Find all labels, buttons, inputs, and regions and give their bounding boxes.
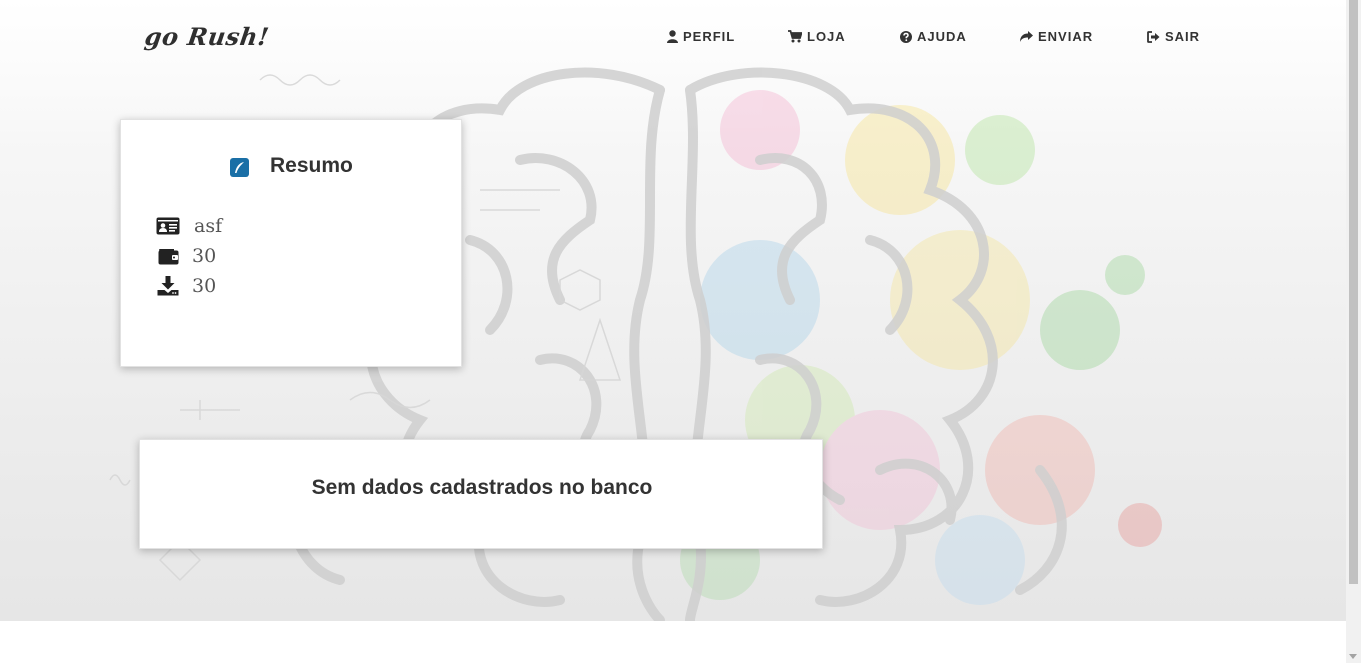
nav-label-loja: LOJA [807, 29, 846, 44]
summary-wallet-value: 30 [192, 245, 217, 267]
scroll-down-arrow-icon[interactable] [1349, 654, 1357, 659]
summary-row-download: 30 [156, 273, 216, 299]
nav-label-perfil: PERFIL [683, 29, 736, 44]
nav-item-sair[interactable]: SAIR [1147, 29, 1200, 44]
id-card-icon [156, 216, 180, 236]
nav-item-ajuda[interactable]: AJUDA [900, 29, 967, 44]
nav-item-enviar[interactable]: ENVIAR [1020, 29, 1093, 44]
nav-item-loja[interactable]: LOJA [788, 29, 846, 44]
nav-label-ajuda: AJUDA [917, 29, 967, 44]
summary-card-title: Resumo [270, 154, 353, 177]
summary-card: Resumo asf 30 30 [120, 119, 462, 367]
page-footer-band [0, 621, 1346, 663]
download-icon [156, 276, 180, 296]
sign-out-icon [1147, 30, 1160, 43]
share-icon [1020, 30, 1033, 42]
summary-row-name: asf [156, 213, 222, 239]
feather-square-icon [230, 158, 249, 177]
question-circle-icon [900, 30, 912, 43]
vertical-scrollbar[interactable] [1346, 0, 1361, 663]
scrollbar-thumb[interactable] [1349, 0, 1358, 584]
nav-label-sair: SAIR [1165, 29, 1201, 44]
nav-label-enviar: ENVIAR [1038, 29, 1094, 44]
empty-state-card: Sem dados cadastrados no banco [139, 439, 823, 549]
shopping-cart-icon [788, 30, 802, 43]
summary-download-value: 30 [192, 275, 217, 297]
user-icon [667, 30, 678, 43]
summary-name-value: asf [194, 215, 223, 237]
nav-item-perfil[interactable]: PERFIL [667, 29, 735, 44]
wallet-icon [156, 246, 180, 266]
empty-state-message: Sem dados cadastrados no banco [311, 476, 653, 499]
top-nav: PERFIL LOJA AJUDA ENVIAR SAIR [0, 29, 1346, 49]
summary-row-wallet: 30 [156, 243, 216, 269]
summary-card-header: Resumo [121, 154, 463, 188]
